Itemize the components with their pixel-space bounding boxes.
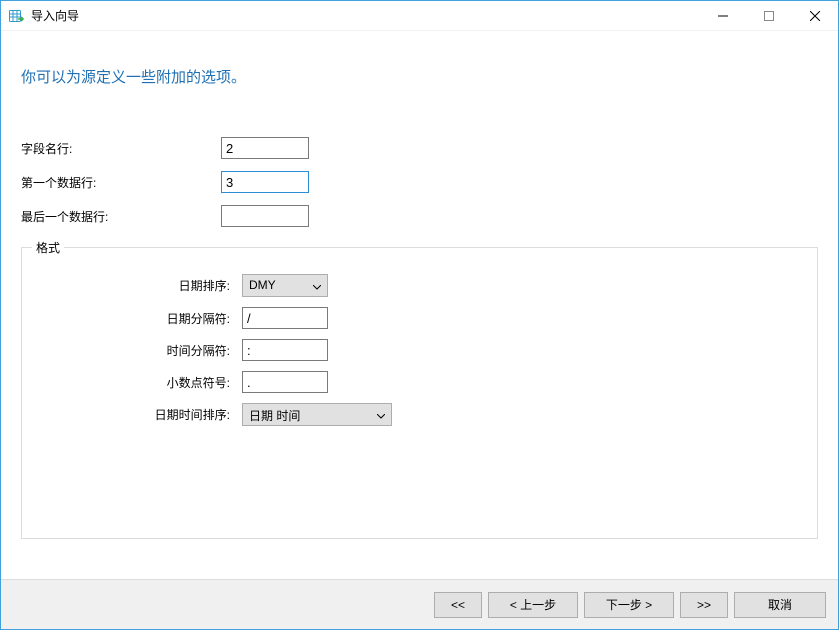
format-fieldset: 格式 日期排序: DMY 日期分隔符: 时间分隔符: 小数点符号: 日期时间排序… — [21, 239, 818, 539]
footer: << < 上一步 下一步 > >> 取消 — [1, 579, 838, 629]
last-data-row-label: 最后一个数据行: — [21, 208, 221, 225]
window-title: 导入向导 — [31, 7, 700, 24]
format-legend: 格式 — [32, 239, 64, 256]
date-order-select[interactable]: DMY — [242, 274, 328, 297]
date-order-label: 日期排序: — [32, 277, 242, 294]
field-name-row-label: 字段名行: — [21, 140, 221, 157]
page-headline: 你可以为源定义一些附加的选项。 — [21, 66, 818, 87]
last-data-row-input[interactable] — [221, 205, 309, 227]
decimal-symbol-row: 小数点符号: — [32, 371, 807, 393]
window-controls — [700, 1, 838, 30]
date-separator-input[interactable] — [242, 307, 328, 329]
content-area: 你可以为源定义一些附加的选项。 字段名行: 第一个数据行: 最后一个数据行: 格… — [1, 31, 838, 549]
date-order-row: 日期排序: DMY — [32, 274, 807, 297]
first-button[interactable]: << — [434, 592, 482, 618]
date-separator-label: 日期分隔符: — [32, 310, 242, 327]
date-order-value: DMY — [243, 275, 327, 296]
date-separator-row: 日期分隔符: — [32, 307, 807, 329]
titlebar: 导入向导 — [1, 1, 838, 31]
close-button[interactable] — [792, 1, 838, 30]
next-button[interactable]: 下一步 > — [584, 592, 674, 618]
last-button[interactable]: >> — [680, 592, 728, 618]
first-data-row: 第一个数据行: — [21, 171, 818, 193]
datetime-order-select[interactable]: 日期 时间 — [242, 403, 392, 426]
last-data-row: 最后一个数据行: — [21, 205, 818, 227]
datetime-order-label: 日期时间排序: — [32, 406, 242, 423]
time-separator-row: 时间分隔符: — [32, 339, 807, 361]
first-data-row-input[interactable] — [221, 171, 309, 193]
decimal-symbol-input[interactable] — [242, 371, 328, 393]
cancel-button[interactable]: 取消 — [734, 592, 826, 618]
first-data-row-label: 第一个数据行: — [21, 174, 221, 191]
field-name-row-input[interactable] — [221, 137, 309, 159]
decimal-symbol-label: 小数点符号: — [32, 374, 242, 391]
datetime-order-value: 日期 时间 — [243, 404, 391, 425]
datetime-order-row: 日期时间排序: 日期 时间 — [32, 403, 807, 426]
time-separator-label: 时间分隔符: — [32, 342, 242, 359]
prev-button[interactable]: < 上一步 — [488, 592, 578, 618]
field-name-row: 字段名行: — [21, 137, 818, 159]
time-separator-input[interactable] — [242, 339, 328, 361]
app-icon — [9, 8, 25, 24]
maximize-button[interactable] — [746, 1, 792, 30]
minimize-button[interactable] — [700, 1, 746, 30]
